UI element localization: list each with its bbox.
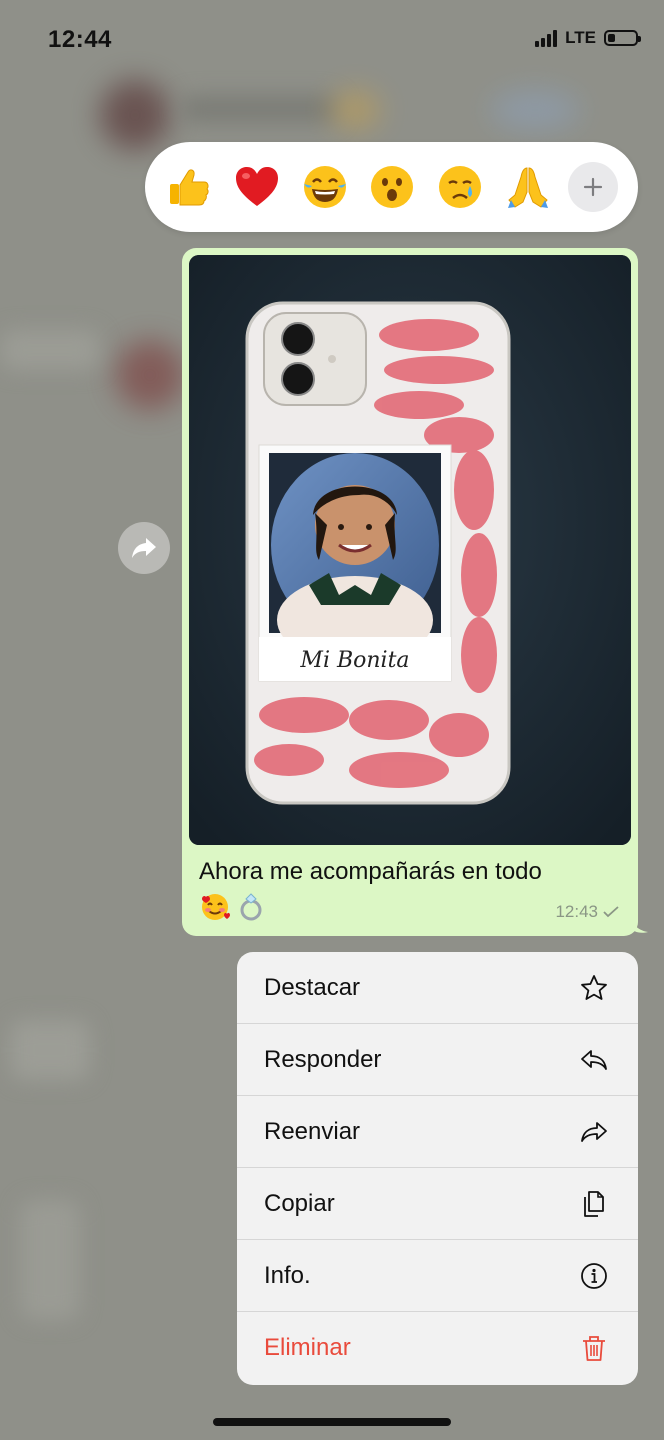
message-photo[interactable]: Mi Bonita xyxy=(189,255,631,845)
menu-item-responder[interactable]: Responder xyxy=(237,1024,638,1096)
message-emojis xyxy=(199,890,267,927)
message-bubble[interactable]: Mi Bonita Ahora me acompañarás en todo 1… xyxy=(182,248,638,936)
message-text: Ahora me acompañarás en todo xyxy=(199,858,542,885)
battery-fill xyxy=(608,34,615,42)
menu-item-info[interactable]: Info. xyxy=(237,1240,638,1312)
forward-arrow-icon xyxy=(132,538,156,558)
star-icon xyxy=(578,972,610,1004)
menu-item-label: Info. xyxy=(264,1261,311,1289)
menu-item-destacar[interactable]: Destacar xyxy=(237,952,638,1024)
message-meta: 12:43 xyxy=(555,902,620,922)
message-time: 12:43 xyxy=(555,902,598,921)
menu-item-label: Responder xyxy=(264,1045,382,1073)
forward-message-button[interactable] xyxy=(118,522,170,574)
check-icon xyxy=(603,906,619,918)
forward-icon xyxy=(578,1116,610,1148)
menu-item-label: Reenviar xyxy=(264,1117,361,1145)
surprised-face-emoji[interactable] xyxy=(364,159,420,215)
signal-icon xyxy=(535,29,558,47)
status-time: 12:44 xyxy=(48,26,112,53)
photo-caption: Mi Bonita xyxy=(299,648,409,673)
crying-face-emoji[interactable] xyxy=(432,159,488,215)
reply-icon xyxy=(578,1044,610,1076)
menu-item-label: Copiar xyxy=(264,1189,335,1217)
home-indicator[interactable] xyxy=(213,1418,451,1426)
context-menu: Destacar Responder Reenviar Copiar Info. xyxy=(237,952,638,1385)
reaction-bar xyxy=(145,142,638,232)
battery-icon xyxy=(604,30,641,46)
thumbs-up-emoji[interactable] xyxy=(161,159,217,215)
trash-icon xyxy=(578,1332,610,1364)
plus-icon[interactable] xyxy=(567,162,618,212)
menu-item-eliminar[interactable]: Eliminar xyxy=(237,1312,638,1384)
bubble-tail xyxy=(630,910,648,933)
network-label: LTE xyxy=(565,28,596,47)
menu-item-reenviar[interactable]: Reenviar xyxy=(237,1096,638,1168)
menu-item-copiar[interactable]: Copiar xyxy=(237,1168,638,1240)
ring-emoji xyxy=(235,890,267,927)
menu-item-label: Destacar xyxy=(264,973,361,1001)
folded-hands-emoji[interactable] xyxy=(500,159,556,215)
smiling-hearts-emoji xyxy=(199,890,231,927)
copy-icon xyxy=(578,1188,610,1220)
info-icon xyxy=(578,1260,610,1292)
tears-of-joy-emoji[interactable] xyxy=(297,159,353,215)
status-bar: 12:44 LTE xyxy=(0,0,664,80)
menu-item-label: Eliminar xyxy=(264,1334,351,1361)
red-heart-emoji[interactable] xyxy=(229,159,285,215)
